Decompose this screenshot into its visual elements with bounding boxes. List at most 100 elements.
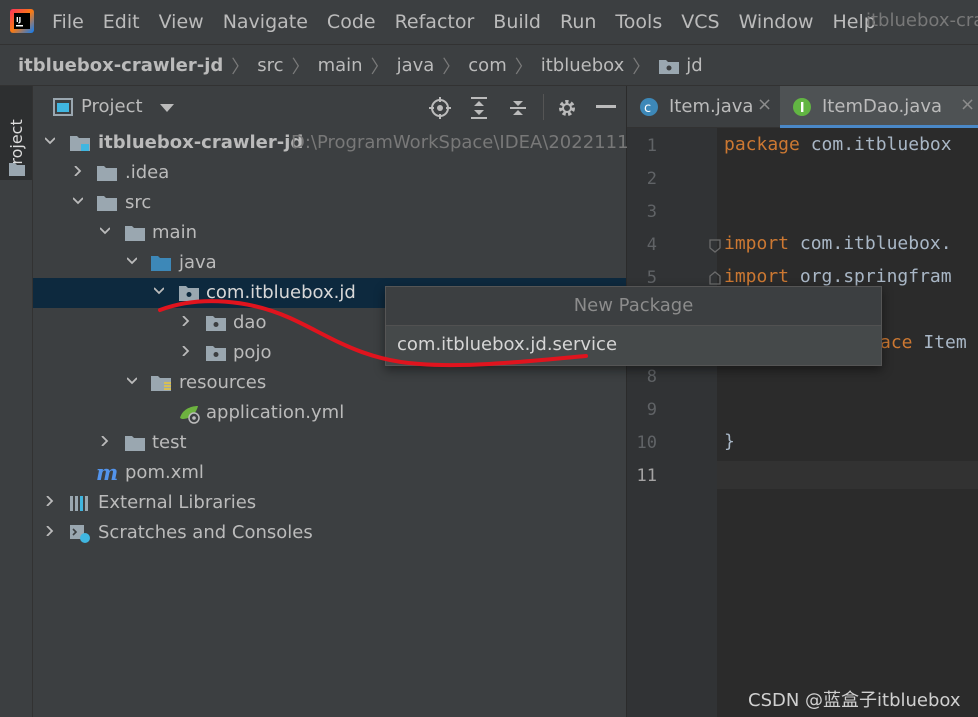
chevron-right-icon[interactable] [45,526,55,536]
package-name-value: com.itbluebox.jd.service [397,334,618,355]
menu-vcs[interactable]: VCS [681,11,719,33]
expand-all-icon[interactable] [469,97,489,119]
chevron-down-icon[interactable] [154,286,164,296]
resources-folder-icon [151,376,171,391]
breadcrumb-separator: 〉 [632,56,651,78]
line-number: 8 [646,367,657,387]
project-panel: Project itbluebox-crawler-jd D:\ProgramW… [33,86,640,717]
package-icon [206,346,226,361]
line-number: 11 [636,466,657,486]
menu-file[interactable]: File [52,11,84,33]
package-name-input[interactable]: com.itbluebox.jd.service [386,326,881,365]
tree-item-external-libraries[interactable]: External Libraries [33,488,626,518]
tree-item-application-yml[interactable]: application.yml [33,398,626,428]
tree-item-scratches[interactable]: Scratches and Consoles [33,518,626,548]
class-icon: c [640,98,658,116]
tree-item-label: src [125,192,152,213]
tree-item-idea[interactable]: .idea [33,158,626,188]
breadcrumb-item-main[interactable]: main [318,55,363,76]
menu-code[interactable]: Code [327,11,376,33]
menu-run[interactable]: Run [560,11,596,33]
breadcrumb-separator: 〉 [291,56,310,78]
menu-tools[interactable]: Tools [615,11,662,33]
fold-icon [709,271,721,285]
chevron-right-icon[interactable] [45,496,55,506]
project-view-icon [53,98,73,116]
menu-view[interactable]: View [159,11,204,33]
tree-item-label: .idea [125,162,170,183]
folder-icon [125,436,145,451]
code-line-10: } [724,431,735,452]
close-icon[interactable]: × [960,94,975,115]
tree-item-label: main [152,222,197,243]
tree-item-label: resources [179,372,267,393]
breadcrumb-item-project[interactable]: itbluebox-crawler-jd [18,55,223,76]
breadcrumb-item-src[interactable]: src [257,55,283,76]
chevron-down-icon[interactable] [127,376,137,386]
module-folder-icon [70,136,90,151]
chevron-down-icon[interactable] [100,226,110,236]
project-panel-title[interactable]: Project [81,96,143,117]
popup-title: New Package [386,287,881,326]
svg-text:c: c [644,101,651,116]
tab-item-java[interactable]: c Item.java × [627,86,777,127]
chevron-down-icon[interactable] [127,256,137,266]
minimize-icon[interactable] [596,105,616,109]
tab-label: ItemDao.java [822,96,942,117]
close-icon[interactable]: × [757,94,772,115]
libraries-icon [70,496,88,511]
tab-label: Item.java [669,96,754,117]
line-number-gutter: 1 2 3 4 5 6 7 8 9 10 11 [627,128,721,717]
project-panel-header: Project [33,86,626,129]
menu-refactor[interactable]: Refactor [395,11,475,33]
tree-item-label: pojo [233,342,272,363]
tree-item-label: test [152,432,187,453]
gear-icon[interactable] [556,97,578,119]
tree-item-resources[interactable]: resources [33,368,626,398]
tab-itemdao-java[interactable]: ItemDao.java × [780,86,978,128]
tree-item-label: com.itbluebox.jd [206,282,356,303]
menu-build[interactable]: Build [493,11,541,33]
chevron-right-icon[interactable] [100,436,110,446]
chevron-right-icon[interactable] [73,166,83,176]
chevron-right-icon[interactable] [181,346,191,356]
tree-item-src[interactable]: src [33,188,626,218]
spring-yml-icon [180,406,200,424]
breadcrumb-item-java[interactable]: java [397,55,435,76]
new-package-popup: New Package com.itbluebox.jd.service [385,286,882,366]
menu-navigate[interactable]: Navigate [223,11,308,33]
breadcrumb-item-jd[interactable]: jd [686,55,702,76]
fold-icon [709,239,721,253]
breadcrumb-item-itbluebox[interactable]: itbluebox [541,55,625,76]
chevron-down-icon[interactable] [73,196,83,206]
code-line-1: package com.itbluebox [724,134,952,155]
collapse-all-icon[interactable] [508,97,528,119]
line-number: 10 [636,433,657,453]
locate-icon[interactable] [429,97,451,119]
folder-icon [97,166,117,181]
code-line-6: ace Item [880,332,967,353]
folder-icon [9,163,25,176]
package-icon [179,286,199,301]
folder-icon [125,226,145,241]
intellij-logo-icon: IJ [10,9,34,33]
tree-item-main[interactable]: main [33,218,626,248]
chevron-down-icon[interactable] [45,136,55,146]
tool-window-strip: Project [0,86,33,717]
tree-item-test[interactable]: test [33,428,626,458]
menu-window[interactable]: Window [739,11,814,33]
chevron-down-icon[interactable] [160,104,174,112]
tree-item-label: pom.xml [125,462,204,483]
tree-item-path: D:\ProgramWorkSpace\IDEA\20221117 [291,132,640,153]
tree-item-java[interactable]: java [33,248,626,278]
tree-item-project-root[interactable]: itbluebox-crawler-jd D:\ProgramWorkSpace… [33,128,640,158]
line-number: 9 [646,400,657,420]
chevron-right-icon[interactable] [181,316,191,326]
menu-edit[interactable]: Edit [103,11,140,33]
breadcrumb-item-com[interactable]: com [468,55,506,76]
window-title: itbluebox-cra [866,10,978,31]
line-number: 4 [646,235,657,255]
tree-item-label: java [179,252,217,273]
tree-item-pom-xml[interactable]: m pom.xml [33,458,626,488]
breadcrumb-separator: 〉 [442,56,461,78]
